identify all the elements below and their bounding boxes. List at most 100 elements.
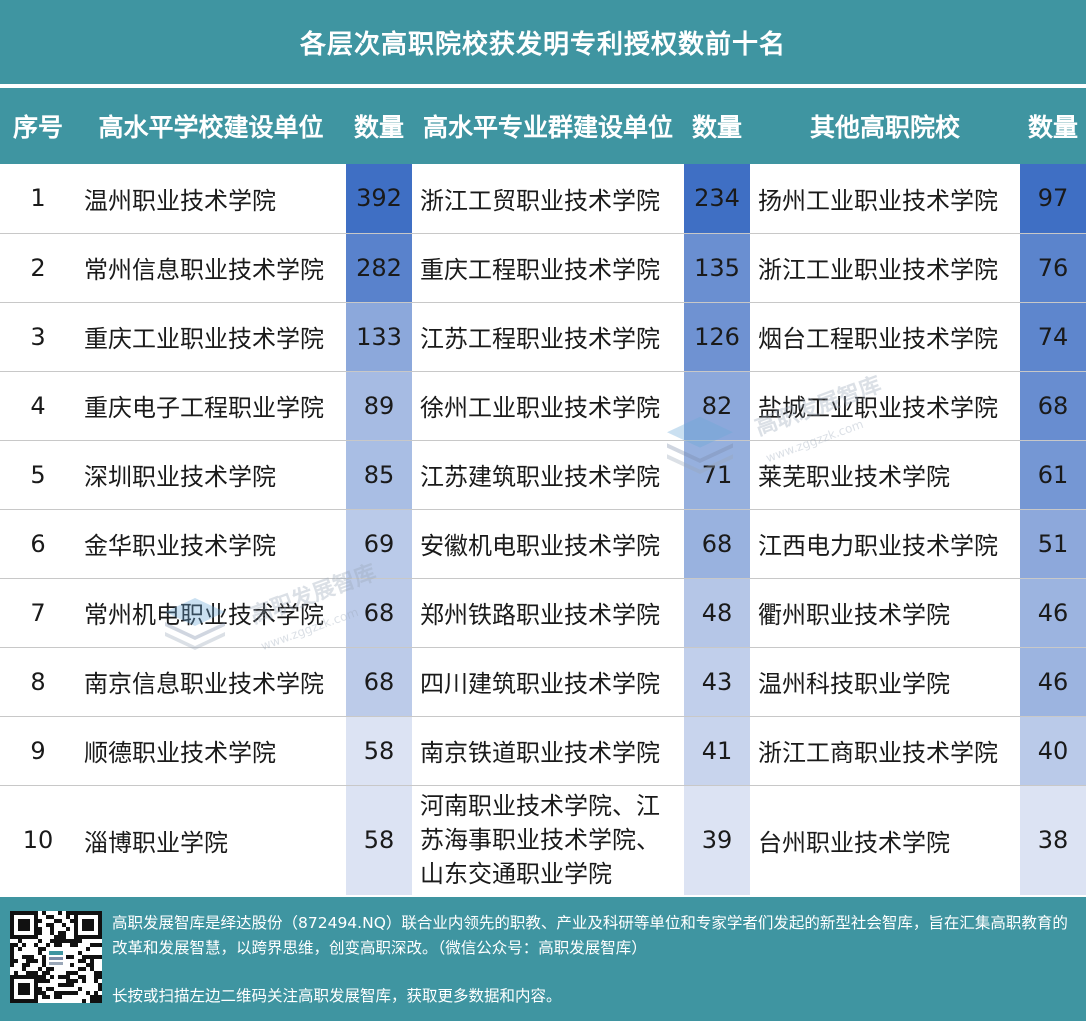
g3-patent-count: 61 — [1020, 440, 1086, 510]
g1-school-name: 重庆工业职业技术学院 — [76, 302, 346, 372]
g1-patent-count: 69 — [346, 509, 412, 579]
g1-school-name: 常州机电职业技术学院 — [76, 578, 346, 648]
g3-patent-count: 40 — [1020, 716, 1086, 786]
footer-cta: 长按或扫描左边二维码关注高职发展智库，获取更多数据和内容。 — [112, 987, 562, 1005]
g2-school-name: 浙江工贸职业技术学院 — [412, 164, 684, 234]
footer: 高职发展智库是绎达股份（872494.NQ）联合业内领先的职教、产业及科研等单位… — [0, 897, 1086, 1021]
g3-school-name: 浙江工商职业技术学院 — [750, 716, 1020, 786]
g1-school-name: 重庆电子工程职业学院 — [76, 371, 346, 441]
g1-school-name: 淄博职业学院 — [84, 828, 228, 857]
table-row: 2 常州信息职业技术学院 282 重庆工程职业技术学院 135 浙江工业职业技术学院 76 — [0, 233, 1086, 303]
g1-patent-count: 85 — [346, 440, 412, 510]
g2-school-name: 南京铁道职业技术学院 — [412, 716, 684, 786]
g3-school-name: 江西电力职业技术学院 — [750, 509, 1020, 579]
table-row: 5 深圳职业技术学院 85 江苏建筑职业技术学院 71 莱芜职业技术学院 61 — [0, 440, 1086, 510]
table-row: 9 顺德职业技术学院 58 南京铁道职业技术学院 41 浙江工商职业技术学院 40 — [0, 716, 1086, 786]
header-g3-num: 数量 — [1027, 113, 1078, 142]
g2-patent-count: 39 — [684, 785, 750, 895]
table-row: 10 淄博职业学院 58 河南职业技术学院、江 苏海事职业技术学院、 山东交通职业学院 39… — [0, 785, 1086, 895]
g2-school-name: 重庆工程职业技术学院 — [412, 233, 684, 303]
header-g1-name: 高水平学校建设单位 — [98, 113, 324, 142]
row-index: 5 — [0, 440, 76, 510]
g3-patent-count: 76 — [1020, 233, 1086, 303]
g3-school-name: 盐城工业职业技术学院 — [750, 371, 1020, 441]
header-g2-num: 数量 — [691, 113, 742, 142]
footer-description: 高职发展智库是绎达股份（872494.NQ）联合业内领先的职教、产业及科研等单位… — [112, 914, 1068, 957]
g2-school-name: 安徽机电职业技术学院 — [412, 509, 684, 579]
g1-school-name: 深圳职业技术学院 — [76, 440, 346, 510]
school-name-line: 河南职业技术学院、江 — [420, 792, 660, 821]
g1-patent-count: 282 — [346, 233, 412, 303]
g2-patent-count: 135 — [684, 233, 750, 303]
g1-school-name: 顺德职业技术学院 — [76, 716, 346, 786]
g2-school-name: 河南职业技术学院、江 苏海事职业技术学院、 山东交通职业学院 — [412, 785, 684, 895]
qr-code-icon — [10, 911, 102, 1003]
g2-school-name: 郑州铁路职业技术学院 — [412, 578, 684, 648]
g3-patent-count: 38 — [1020, 785, 1086, 895]
g1-patent-count: 58 — [346, 716, 412, 786]
g2-school-name: 江苏工程职业技术学院 — [412, 302, 684, 372]
g2-patent-count: 82 — [684, 371, 750, 441]
g2-patent-count: 234 — [684, 164, 750, 234]
table-row: 7 常州机电职业技术学院 68 郑州铁路职业技术学院 48 衢州职业技术学院 46 — [0, 578, 1086, 648]
g1-patent-count: 68 — [346, 578, 412, 648]
school-name-line: 山东交通职业学院 — [420, 860, 612, 889]
header-g3-name: 其他高职院校 — [809, 113, 960, 142]
row-index: 6 — [0, 509, 76, 579]
g1-school-name: 金华职业技术学院 — [76, 509, 346, 579]
g2-patent-count: 71 — [684, 440, 750, 510]
row-index: 8 — [0, 647, 76, 717]
infographic: 各层次高职院校获发明专利授权数前十名 序号 高水平学校建设单位 数量 高水平专业… — [0, 0, 1086, 1021]
row-index: 7 — [0, 578, 76, 648]
footer-text: 高职发展智库是绎达股份（872494.NQ）联合业内领先的职教、产业及科研等单位… — [112, 911, 1078, 1009]
g3-school-name: 扬州工业职业技术学院 — [750, 164, 1020, 234]
g2-patent-count: 48 — [684, 578, 750, 648]
g3-patent-count: 97 — [1020, 164, 1086, 234]
g3-school-name: 莱芜职业技术学院 — [750, 440, 1020, 510]
ranking-table: 1 温州职业技术学院 392 浙江工贸职业技术学院 234 扬州工业职业技术学院 97 2 常州… — [0, 164, 1086, 895]
header-g2-name: 高水平专业群建设单位 — [422, 113, 673, 142]
g3-school-name: 温州科技职业学院 — [750, 647, 1020, 717]
table-row: 1 温州职业技术学院 392 浙江工贸职业技术学院 234 扬州工业职业技术学院 97 — [0, 164, 1086, 234]
header-idx: 序号 — [12, 113, 63, 142]
g3-school-name: 衢州职业技术学院 — [750, 578, 1020, 648]
row-index: 4 — [0, 371, 76, 441]
table-row: 8 南京信息职业技术学院 68 四川建筑职业技术学院 43 温州科技职业学院 46 — [0, 647, 1086, 717]
header-g1-num: 数量 — [353, 113, 404, 142]
g2-patent-count: 43 — [684, 647, 750, 717]
qr-code[interactable] — [10, 911, 102, 1003]
g2-school-name: 徐州工业职业技术学院 — [412, 371, 684, 441]
g2-patent-count: 41 — [684, 716, 750, 786]
g3-patent-count: 46 — [1020, 578, 1086, 648]
g1-patent-count: 133 — [346, 302, 412, 372]
g2-patent-count: 68 — [684, 509, 750, 579]
row-index: 2 — [0, 233, 76, 303]
g3-patent-count: 51 — [1020, 509, 1086, 579]
g2-school-name: 江苏建筑职业技术学院 — [412, 440, 684, 510]
g3-patent-count: 74 — [1020, 302, 1086, 372]
row-index: 9 — [0, 716, 76, 786]
g1-patent-count: 89 — [346, 371, 412, 441]
school-name-line: 苏海事职业技术学院、 — [420, 826, 660, 855]
g3-school-name: 浙江工业职业技术学院 — [750, 233, 1020, 303]
g1-school-name: 常州信息职业技术学院 — [76, 233, 346, 303]
g3-school-name: 台州职业技术学院 — [758, 828, 950, 857]
page-title: 各层次高职院校获发明专利授权数前十名 — [0, 0, 1086, 84]
g2-school-name: 四川建筑职业技术学院 — [412, 647, 684, 717]
g2-patent-count: 126 — [684, 302, 750, 372]
g1-patent-count: 68 — [346, 647, 412, 717]
g1-patent-count: 392 — [346, 164, 412, 234]
g1-school-name: 温州职业技术学院 — [76, 164, 346, 234]
g1-patent-count: 58 — [346, 785, 412, 895]
row-index: 3 — [0, 302, 76, 372]
g3-patent-count: 68 — [1020, 371, 1086, 441]
table-row: 6 金华职业技术学院 69 安徽机电职业技术学院 68 江西电力职业技术学院 51 — [0, 509, 1086, 579]
table-row: 4 重庆电子工程职业学院 89 徐州工业职业技术学院 82 盐城工业职业技术学院 68 — [0, 371, 1086, 441]
row-index: 10 — [22, 826, 54, 855]
g1-school-name: 南京信息职业技术学院 — [76, 647, 346, 717]
g3-patent-count: 46 — [1020, 647, 1086, 717]
table-row: 3 重庆工业职业技术学院 133 江苏工程职业技术学院 126 烟台工程职业技术学院 74 — [0, 302, 1086, 372]
g3-school-name: 烟台工程职业技术学院 — [750, 302, 1020, 372]
table-header: 序号 高水平学校建设单位 数量 高水平专业群建设单位 数量 其他高职院校 数量 — [0, 88, 1086, 164]
row-index: 1 — [0, 164, 76, 234]
